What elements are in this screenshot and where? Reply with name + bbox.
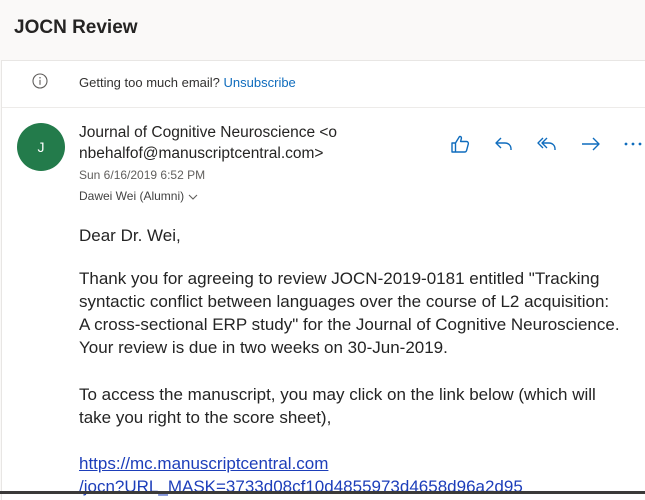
link-line: /jocn?URL_MASK=3733d08cf10d4855973d4658d…: [79, 477, 523, 496]
message-card: Getting too much email? Unsubscribe J Jo…: [1, 60, 645, 500]
like-icon: [451, 135, 470, 153]
subject-bar: JOCN Review: [0, 0, 645, 60]
recipient-line[interactable]: Dawei Wei (Alumni): [79, 189, 199, 203]
body-line: take you right to the score sheet),: [79, 408, 332, 427]
body-line: Your review is due in two weeks on 30-Ju…: [79, 338, 448, 357]
more-icon: [624, 142, 642, 146]
reply-all-button[interactable]: [534, 132, 560, 156]
reply-all-icon: [537, 137, 556, 150]
like-button[interactable]: [447, 132, 473, 156]
forward-button[interactable]: [578, 132, 604, 156]
sender-line-2: nbehalfof@manuscriptcentral.com>: [79, 145, 324, 162]
greeting: Dear Dr. Wei,: [79, 226, 181, 245]
info-icon: [32, 73, 48, 89]
body-line: syntactic conflict between languages ove…: [79, 292, 610, 311]
paragraph-review-request: Thank you for agreeing to review JOCN-20…: [79, 267, 620, 359]
more-actions-button[interactable]: [620, 132, 645, 156]
sender: Journal of Cognitive Neuroscience <o nbe…: [79, 122, 379, 164]
recipient-name: Dawei Wei (Alumni): [79, 189, 185, 203]
sender-line-1: Journal of Cognitive Neuroscience <o: [79, 124, 338, 141]
notice-text: Getting too much email? Unsubscribe: [79, 75, 296, 90]
email-subject: JOCN Review: [14, 17, 138, 38]
body-line: To access the manuscript, you may click …: [79, 385, 596, 404]
body-line: A cross-sectional ERP study" for the Jou…: [79, 315, 620, 334]
body-line: Thank you for agreeing to review JOCN-20…: [79, 269, 600, 288]
paragraph-access-instructions: To access the manuscript, you may click …: [79, 383, 596, 429]
notice-message: Getting too much email?: [79, 75, 220, 90]
sent-date: Sun 6/16/2019 6:52 PM: [79, 168, 206, 182]
link-line: https://mc.manuscriptcentral.com: [79, 454, 329, 473]
chevron-down-icon: [189, 194, 198, 200]
unsubscribe-notice: Getting too much email? Unsubscribe: [2, 61, 645, 108]
avatar: J: [17, 123, 65, 171]
reply-icon: [495, 137, 512, 150]
reply-button[interactable]: [491, 132, 517, 156]
forward-icon: [582, 137, 600, 151]
unsubscribe-link[interactable]: Unsubscribe: [224, 75, 296, 90]
